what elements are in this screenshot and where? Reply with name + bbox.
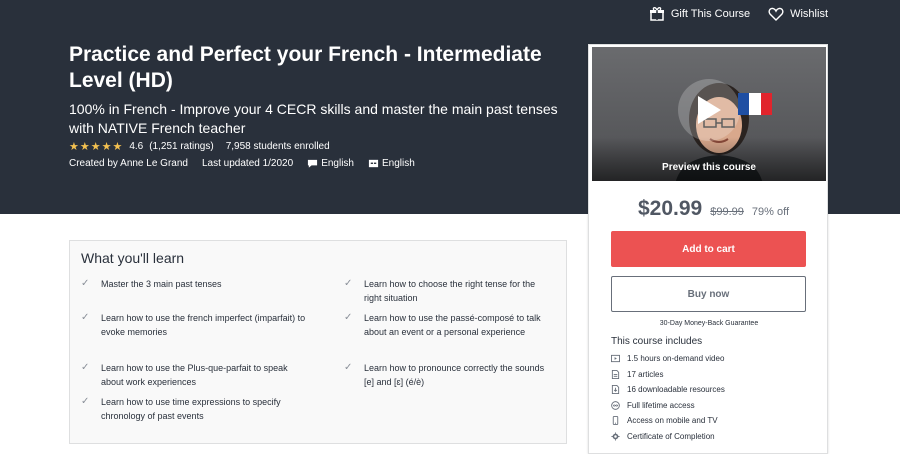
learn-item-text: Learn how to pronounce correctly the sou… — [364, 363, 545, 387]
learn-item: ✓ Learn how to choose the right tense fo… — [344, 277, 554, 305]
checkmark-icon: ✓ — [344, 362, 353, 373]
certificate-icon — [611, 432, 620, 441]
include-item: 17 articles — [611, 367, 725, 383]
gift-course-label: Gift This Course — [670, 8, 751, 20]
course-subtitle: 100% in French - Improve your 4 CECR ski… — [69, 101, 558, 136]
french-flag-icon — [738, 93, 772, 115]
includes-list: 1.5 hours on-demand video 17 articles 16… — [611, 351, 725, 444]
ratings-count-link[interactable]: (1,251 ratings) — [149, 141, 213, 152]
add-to-cart-button[interactable]: Add to cart — [611, 231, 806, 267]
include-text: 17 articles — [627, 369, 664, 379]
rating-value: 4.6 — [129, 141, 144, 152]
heart-icon — [768, 7, 784, 21]
gift-icon — [649, 7, 664, 21]
captions-info: English — [368, 158, 415, 169]
learn-item-text: Learn how to use the passé-composé to ta… — [364, 313, 541, 337]
price-row: $20.99 $99.99 79% off — [638, 197, 789, 221]
learn-item: ✓ Learn how to use time expressions to s… — [81, 395, 311, 423]
learn-item-text: Learn how to use the Plus-que-parfait to… — [101, 363, 288, 387]
download-icon — [611, 385, 620, 395]
last-updated: Last updated 1/2020 — [201, 158, 294, 169]
course-title: Practice and Perfect your French - Inter… — [69, 43, 542, 92]
captions-icon — [368, 159, 379, 168]
course-preview-video[interactable]: Preview this course — [592, 47, 826, 181]
include-text: Full lifetime access — [627, 400, 695, 410]
include-item: 16 downloadable resources — [611, 382, 725, 398]
learn-item-text: Learn how to choose the right tense for … — [364, 279, 536, 303]
what-youll-learn-title: What you'll learn — [81, 250, 185, 266]
play-button[interactable] — [678, 79, 740, 141]
checkmark-icon: ✓ — [81, 312, 90, 323]
infinity-icon — [611, 400, 620, 410]
include-text: Certificate of Completion — [627, 431, 715, 441]
checkmark-icon: ✓ — [81, 396, 90, 407]
checkmark-icon: ✓ — [81, 278, 90, 289]
include-text: 1.5 hours on-demand video — [627, 354, 725, 364]
original-price: $99.99 — [710, 206, 744, 218]
preview-overlay — [592, 137, 826, 181]
language-label: English — [321, 158, 354, 169]
star-rating-icon: ★★★★★ — [69, 141, 124, 153]
course-meta-row: Created by Anne Le Grand Last updated 1/… — [69, 158, 415, 169]
learn-item: ✓ Master the 3 main past tenses — [81, 277, 311, 291]
include-text: Access on mobile and TV — [627, 416, 718, 426]
buy-now-button[interactable]: Buy now — [611, 276, 806, 312]
enrolled-count: 7,958 students enrolled — [225, 141, 330, 152]
learn-item: ✓ Learn how to pronounce correctly the s… — [344, 361, 554, 389]
learn-item: ✓ Learn how to use the Plus-que-parfait … — [81, 361, 311, 389]
instructor-link[interactable]: Created by Anne Le Grand — [69, 158, 188, 169]
language-info: English — [307, 158, 354, 169]
flag-stripe-blue — [738, 93, 750, 115]
includes-title: This course includes — [611, 336, 703, 347]
video-icon — [611, 355, 620, 363]
learn-item: ✓ Learn how to use the french imperfect … — [81, 311, 311, 339]
wishlist-button[interactable]: Wishlist — [768, 6, 828, 22]
rating-row: ★★★★★ 4.6 (1,251 ratings) 7,958 students… — [69, 140, 330, 153]
flag-stripe-white — [749, 93, 761, 115]
speech-bubble-icon — [308, 159, 318, 168]
what-youll-learn-box: What you'll learn ✓ Master the 3 main pa… — [69, 240, 567, 444]
include-item: Certificate of Completion — [611, 429, 725, 445]
include-text: 16 downloadable resources — [627, 385, 725, 395]
gift-course-button[interactable]: Gift This Course — [649, 6, 750, 22]
mobile-icon — [612, 416, 619, 426]
current-price: $20.99 — [638, 197, 703, 220]
include-item: 1.5 hours on-demand video — [611, 351, 725, 367]
learn-item-text: Learn how to use the french imperfect (i… — [101, 313, 306, 337]
checkmark-icon: ✓ — [344, 312, 353, 323]
learn-item: ✓ Learn how to use the passé-composé to … — [344, 311, 554, 339]
learn-item-text: Master the 3 main past tenses — [101, 279, 222, 289]
discount-percent: 79% off — [751, 206, 789, 218]
checkmark-icon: ✓ — [81, 362, 90, 373]
play-icon — [698, 96, 721, 124]
preview-label: Preview this course — [662, 162, 756, 173]
header-actions: Gift This Course Wishlist — [649, 6, 828, 22]
learn-item-text: Learn how to use time expressions to spe… — [101, 397, 281, 421]
include-item: Full lifetime access — [611, 398, 725, 414]
purchase-sidebar: Preview this course $20.99 $99.99 79% of… — [588, 44, 828, 454]
wishlist-label: Wishlist — [790, 8, 828, 20]
money-back-guarantee: 30-Day Money-Back Guarantee — [659, 320, 759, 327]
include-item: Access on mobile and TV — [611, 413, 725, 429]
checkmark-icon: ✓ — [344, 278, 353, 289]
flag-stripe-red — [760, 93, 772, 115]
captions-label: English — [382, 158, 415, 169]
article-icon — [611, 369, 620, 379]
